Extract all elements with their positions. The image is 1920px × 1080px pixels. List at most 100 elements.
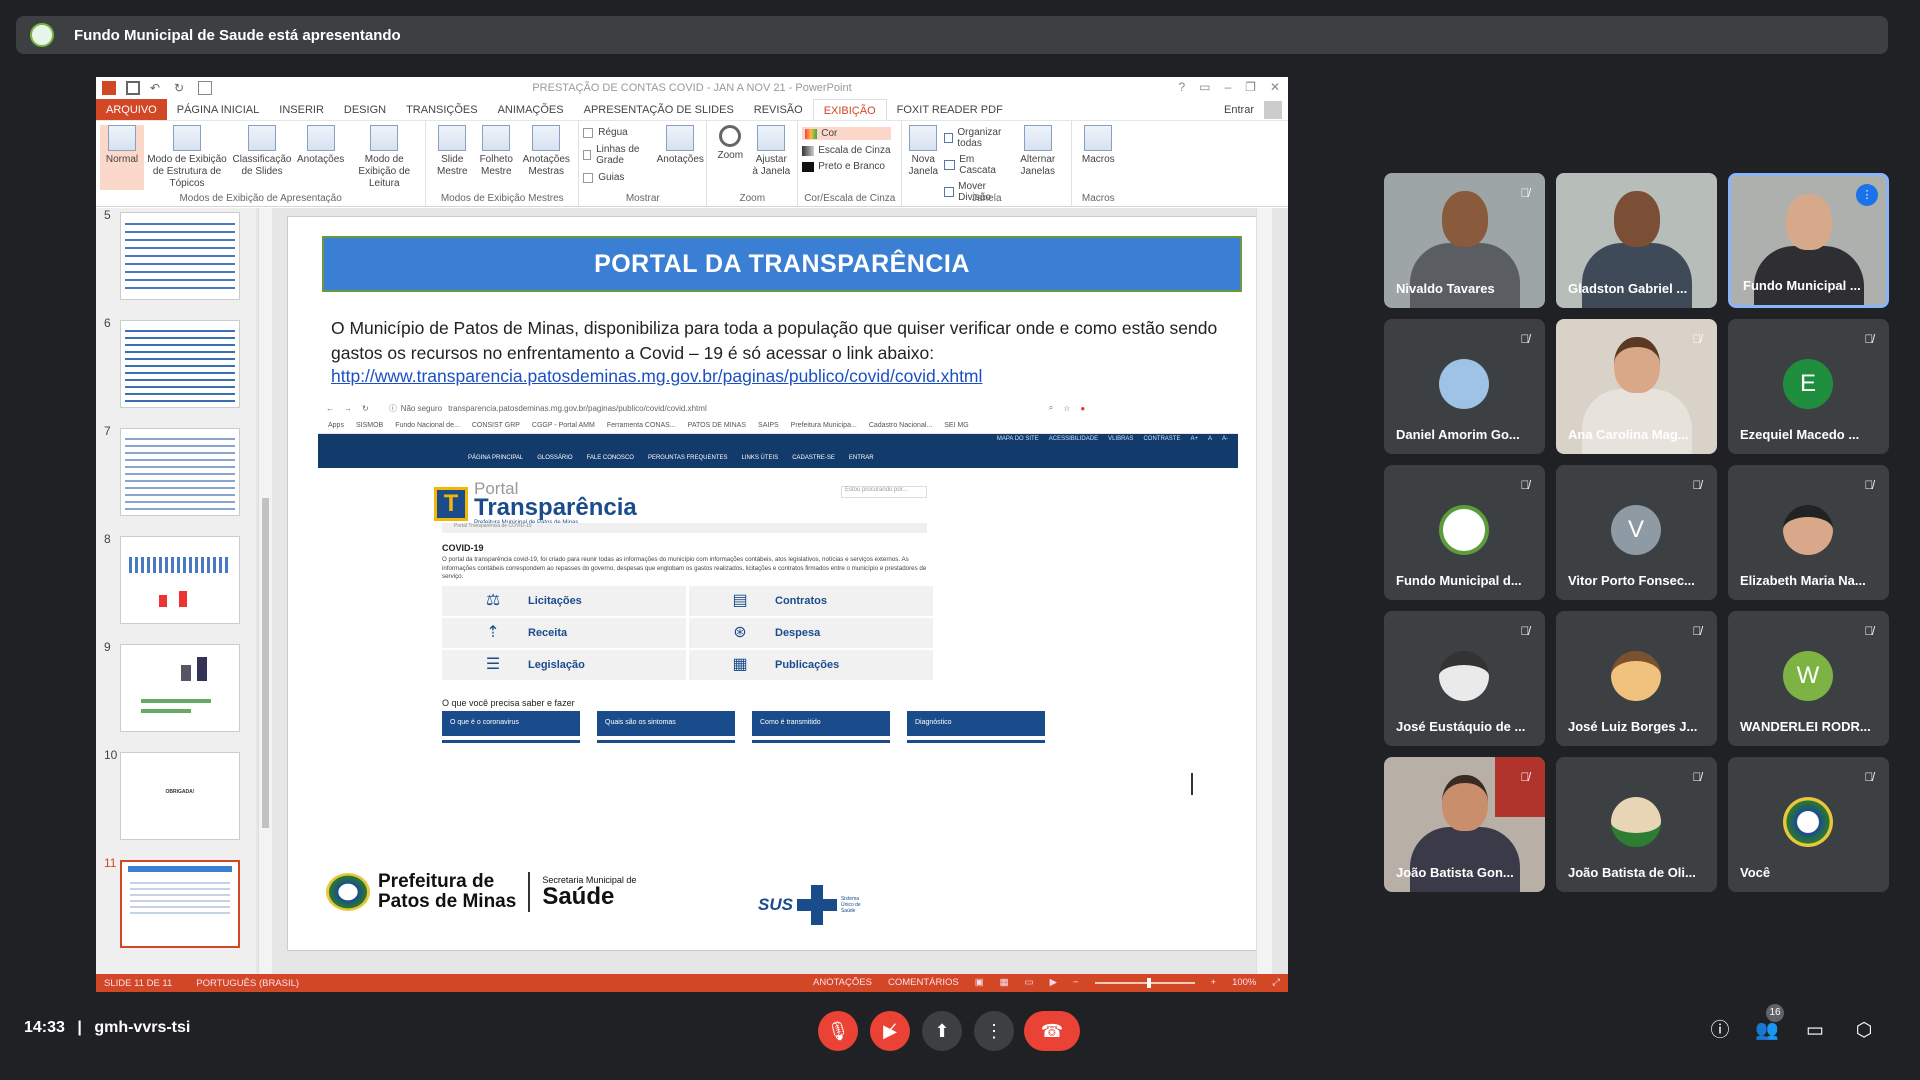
group-label: Modos de Exibição de Apresentação: [179, 193, 342, 204]
slide-master-button[interactable]: Slide Mestre: [430, 125, 474, 190]
ruler-checkbox[interactable]: Régua: [583, 127, 650, 138]
info-icon: ⓘ: [388, 403, 397, 413]
present-button[interactable]: ⬆: [922, 1011, 962, 1051]
tab-exibicao[interactable]: EXIBIÇÃO: [812, 99, 887, 120]
signin-link[interactable]: Entrar: [1224, 104, 1254, 116]
participant-tile[interactable]: 🎙̸ João Batista Gon...: [1384, 757, 1545, 892]
zoom-slider[interactable]: [1094, 977, 1195, 988]
address-text: transparencia.patosdeminas.mg.gov.br/pag…: [448, 403, 707, 413]
comments-button[interactable]: COMENTÁRIOS: [888, 977, 959, 988]
tab-transicoes[interactable]: TRANSIÇÕES: [396, 99, 488, 120]
tab-pagina-inicial[interactable]: PÁGINA INICIAL: [167, 99, 270, 120]
participant-tile[interactable]: 🎙̸ Elizabeth Maria Na...: [1728, 465, 1889, 600]
activities-button[interactable]: ⬡: [1851, 1018, 1877, 1044]
divider: [907, 740, 1045, 743]
notes-master-button[interactable]: Anotações Mestras: [518, 125, 574, 190]
guides-checkbox[interactable]: Guias: [583, 172, 650, 183]
participant-tile-self[interactable]: 🎙̸ Você: [1728, 757, 1889, 892]
restore-button[interactable]: ❐: [1245, 80, 1256, 94]
participant-tile[interactable]: 🎙̸ Nivaldo Tavares: [1384, 173, 1545, 308]
cascade-button[interactable]: Em Cascata: [944, 154, 1008, 176]
leave-call-button[interactable]: ☎: [1024, 1011, 1080, 1051]
participant-tile[interactable]: 🎙̸ José Eustáquio de ...: [1384, 611, 1545, 746]
view-sorter-button[interactable]: Classificação de Slides: [230, 125, 294, 190]
arrange-all-button[interactable]: Organizar todas: [944, 127, 1008, 149]
slide-thumb[interactable]: 6: [104, 316, 244, 411]
view-normal-button[interactable]: Normal: [100, 125, 144, 190]
participant-tile[interactable]: 🎙̸ Ana Carolina Mag...: [1556, 319, 1717, 454]
current-slide[interactable]: PORTAL DA TRANSPARÊNCIA O Município de P…: [287, 216, 1259, 951]
reading-view-icon[interactable]: ▭: [1025, 977, 1034, 988]
new-window-button[interactable]: Nova Janela: [906, 125, 940, 190]
minimize-button[interactable]: –: [1224, 80, 1231, 94]
language-indicator[interactable]: PORTUGUÊS (BRASIL): [196, 978, 299, 989]
participant-tile[interactable]: 🎙̸ Fundo Municipal d...: [1384, 465, 1545, 600]
zoom-level[interactable]: 100%: [1232, 977, 1256, 988]
account-icon[interactable]: [1264, 101, 1282, 119]
participant-tile[interactable]: V 🎙̸ Vitor Porto Fonsec...: [1556, 465, 1717, 600]
black-white-button[interactable]: Preto e Branco: [802, 161, 890, 172]
slide-thumb[interactable]: 7: [104, 424, 244, 519]
help-button[interactable]: ?: [1178, 80, 1185, 94]
chat-button[interactable]: ▭: [1802, 1018, 1828, 1044]
start-show-icon[interactable]: [198, 81, 212, 95]
zoom-out-icon[interactable]: −: [1073, 977, 1079, 988]
participant-video: [1581, 389, 1692, 454]
group-label: Zoom: [739, 193, 766, 204]
macros-button[interactable]: Macros: [1076, 125, 1120, 190]
notes-toggle-button[interactable]: Anotações: [657, 125, 704, 190]
slide-thumb[interactable]: 10 OBRIGADA!: [104, 748, 244, 843]
participant-tile[interactable]: W 🎙̸ WANDERLEI RODR...: [1728, 611, 1889, 746]
close-button[interactable]: ✕: [1270, 80, 1280, 94]
mic-toggle-button[interactable]: 🎙: [818, 1011, 858, 1051]
tab-animacoes[interactable]: ANIMAÇÕES: [488, 99, 574, 120]
grayscale-button[interactable]: Escala de Cinza: [802, 145, 891, 156]
fit-slide-icon[interactable]: ⤢: [1272, 977, 1280, 988]
ribbon-display-button[interactable]: ▭: [1199, 80, 1210, 94]
gridlines-checkbox[interactable]: Linhas de Grade: [583, 144, 650, 166]
normal-view-icon[interactable]: ▣: [975, 977, 984, 988]
handout-master-button[interactable]: Folheto Mestre: [474, 125, 518, 190]
tab-revisao[interactable]: REVISÃO: [744, 99, 813, 120]
slideshow-icon[interactable]: ▶: [1050, 977, 1057, 988]
zoom-button[interactable]: Zoom: [711, 125, 749, 190]
slide-thumb-selected[interactable]: 11: [104, 856, 244, 951]
slide-thumb[interactable]: 9: [104, 640, 244, 735]
tab-design[interactable]: DESIGN: [334, 99, 396, 120]
slide-link[interactable]: http://www.transparencia.patosdeminas.mg…: [331, 366, 982, 387]
camera-toggle-button[interactable]: ▶̸: [870, 1011, 910, 1051]
color-button[interactable]: Cor: [802, 127, 891, 140]
save-icon[interactable]: [126, 81, 140, 95]
tab-inserir[interactable]: INSERIR: [269, 99, 334, 120]
sorter-view-icon[interactable]: ▦: [1000, 977, 1009, 988]
slide-thumb[interactable]: 8: [104, 532, 244, 627]
participant-tile[interactable]: 🎙̸ João Batista de Oli...: [1556, 757, 1717, 892]
view-reading-button[interactable]: Modo de Exibição de Leitura: [347, 125, 421, 190]
tab-apresentacao[interactable]: APRESENTAÇÃO DE SLIDES: [574, 99, 744, 120]
thumbnails-scrollbar[interactable]: [258, 208, 272, 974]
participant-tile[interactable]: Gladston Gabriel ...: [1556, 173, 1717, 308]
tab-foxit[interactable]: FOXIT READER PDF: [887, 99, 1013, 120]
tab-arquivo[interactable]: ARQUIVO: [96, 99, 167, 120]
participant-tile[interactable]: E 🎙̸ Ezequiel Macedo ...: [1728, 319, 1889, 454]
participant-tile[interactable]: ⋮ Fundo Municipal ...: [1728, 173, 1889, 308]
view-notes-button[interactable]: Anotações: [294, 125, 347, 190]
more-options-button[interactable]: ⋮: [974, 1011, 1014, 1051]
zoom-in-icon[interactable]: +: [1211, 977, 1217, 988]
redo-icon[interactable]: ↻: [174, 81, 188, 95]
participant-video: [1613, 337, 1660, 393]
view-outline-button[interactable]: Modo de Exibição de Estrutura de Tópicos: [144, 125, 230, 190]
portal-button: Diagnóstico: [907, 711, 1045, 736]
slide-scrollbar[interactable]: [1256, 208, 1272, 974]
fit-window-button[interactable]: Ajustar à Janela: [749, 125, 793, 190]
participant-tile[interactable]: 🎙̸ José Luiz Borges J...: [1556, 611, 1717, 746]
notes-button[interactable]: ANOTAÇÕES: [813, 977, 872, 988]
switch-windows-button[interactable]: Alternar Janelas: [1008, 125, 1067, 190]
undo-icon[interactable]: ↶: [150, 81, 164, 95]
scroll-thumb[interactable]: [262, 498, 269, 828]
slide-thumb[interactable]: 5: [104, 208, 244, 303]
participant-tile[interactable]: 🎙̸ Daniel Amorim Go...: [1384, 319, 1545, 454]
portal-heading: COVID-19: [442, 543, 484, 553]
participant-name: Fundo Municipal ...: [1743, 278, 1861, 293]
meeting-details-button[interactable]: ⓘ: [1707, 1018, 1733, 1044]
